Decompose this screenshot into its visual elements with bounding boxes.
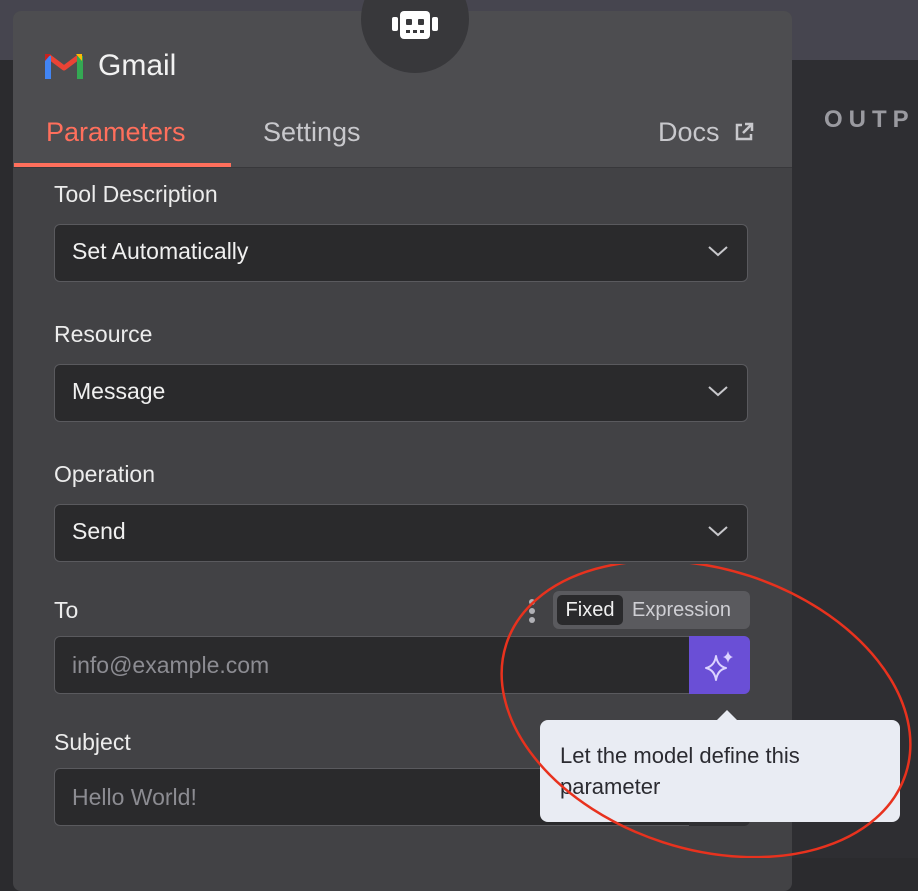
expression-mode-option[interactable]: Expression <box>632 595 731 625</box>
fixed-mode-option[interactable]: Fixed <box>557 595 623 625</box>
resource-value: Message <box>72 378 166 404</box>
sparkles-icon <box>705 651 733 681</box>
chevron-down-icon <box>708 526 728 537</box>
node-title: Gmail <box>98 49 177 82</box>
operation-select[interactable]: Send <box>54 504 748 562</box>
tool-description-value: Set Automatically <box>72 238 249 264</box>
chevron-down-icon <box>708 246 728 257</box>
to-input-wrapper <box>54 636 690 694</box>
ai-parameter-tooltip: Let the model define this parameter <box>540 720 900 822</box>
docs-link[interactable]: Docs <box>658 117 755 148</box>
subject-label: Subject <box>54 729 131 755</box>
to-label: To <box>54 597 79 623</box>
docs-link-label: Docs <box>658 117 720 147</box>
resource-label: Resource <box>54 321 153 347</box>
output-panel-label: OUTP <box>824 106 915 133</box>
gmail-logo <box>45 54 83 79</box>
chevron-down-icon <box>708 386 728 397</box>
robot-icon <box>392 11 438 39</box>
resource-select[interactable]: Message <box>54 364 748 422</box>
operation-value: Send <box>72 518 126 544</box>
tool-description-select[interactable]: Set Automatically <box>54 224 748 282</box>
tabs-divider <box>13 167 792 168</box>
tool-description-label: Tool Description <box>54 181 218 207</box>
external-link-icon <box>735 122 754 141</box>
fixed-expression-toggle: Fixed Expression <box>553 591 750 629</box>
tab-parameters[interactable]: Parameters <box>46 117 186 148</box>
ai-define-parameter-button[interactable] <box>689 636 750 694</box>
more-vertical-icon[interactable] <box>527 598 537 626</box>
to-input[interactable] <box>55 637 689 693</box>
tab-settings[interactable]: Settings <box>263 117 361 148</box>
operation-label: Operation <box>54 461 156 487</box>
